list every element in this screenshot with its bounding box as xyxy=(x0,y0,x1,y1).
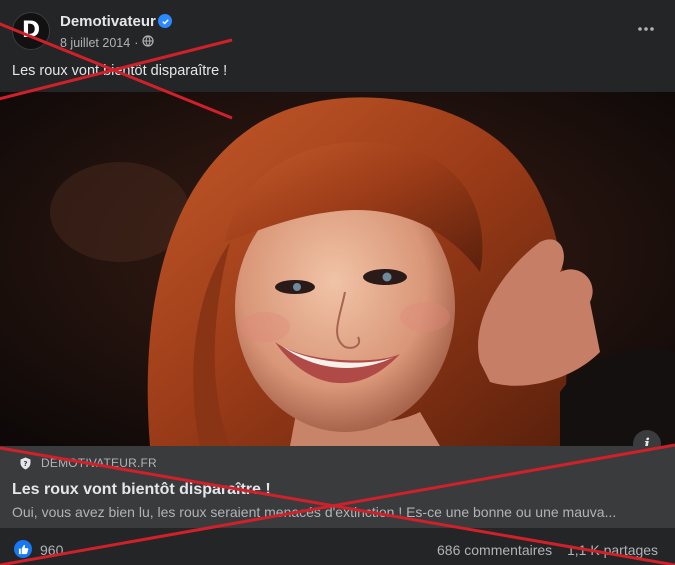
post-date-link[interactable]: 8 juillet 2014 xyxy=(60,36,130,50)
info-icon: i xyxy=(644,435,650,446)
facebook-post: D Demotivateur 8 juillet 2014 · Les roux… xyxy=(0,0,675,565)
shares-count-link[interactable]: 1,1 K partages xyxy=(567,542,658,558)
reactions-count[interactable]: 960 xyxy=(40,542,63,558)
page-avatar[interactable]: D xyxy=(12,12,50,50)
link-description: Oui, vous avez bien lu, les roux seraien… xyxy=(12,504,617,520)
link-domain: DEMOTIVATEUR.FR xyxy=(41,456,157,470)
comments-count-link[interactable]: 686 commentaires xyxy=(437,542,552,558)
verified-badge-icon xyxy=(158,14,172,28)
avatar-logo: D xyxy=(21,18,41,43)
engagement-bar: 960 686 commentaires 1,1 K partages xyxy=(0,528,675,565)
more-horizontal-icon xyxy=(638,27,654,31)
meta-separator: · xyxy=(134,35,139,50)
like-reaction-icon[interactable] xyxy=(14,540,32,558)
link-title[interactable]: Les roux vont bientôt disparaître ! xyxy=(12,481,271,499)
portrait-illustration xyxy=(0,92,675,446)
link-preview-card[interactable]: ? DEMOTIVATEUR.FR Les roux vont bientôt … xyxy=(0,446,675,528)
svg-text:?: ? xyxy=(23,460,27,468)
post-meta: 8 juillet 2014 · xyxy=(60,35,154,50)
page-name-link[interactable]: Demotivateur xyxy=(60,13,156,30)
post-caption: Les roux vont bientôt disparaître ! xyxy=(12,63,228,79)
post-image[interactable]: i xyxy=(0,92,675,446)
link-domain-row: ? DEMOTIVATEUR.FR xyxy=(20,456,157,470)
security-shield-icon: ? xyxy=(20,457,31,469)
post-header: D Demotivateur 8 juillet 2014 · xyxy=(0,0,675,58)
more-options-button[interactable] xyxy=(631,14,661,44)
globe-icon xyxy=(142,35,154,50)
